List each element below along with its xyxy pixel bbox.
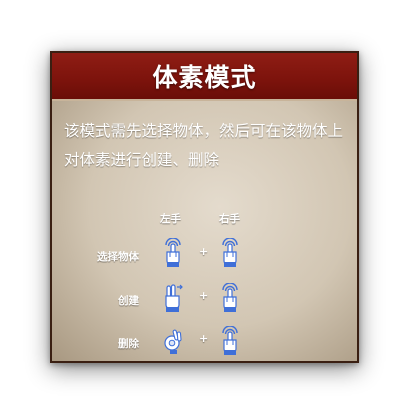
dialog-title-bar: 体素模式 xyxy=(52,53,357,101)
index-tap-gesture-icon xyxy=(222,326,238,355)
row-label-select-object: 选择物体 xyxy=(97,251,139,263)
row-label-create: 创建 xyxy=(118,295,139,307)
left-hand-header: 左手 xyxy=(160,213,181,225)
dialog-title: 体素模式 xyxy=(152,63,257,92)
index-tap-gesture-icon xyxy=(222,238,238,267)
right-hand-header: 右手 xyxy=(219,213,240,225)
plus-sign: + xyxy=(199,289,209,302)
plus-sign: + xyxy=(199,245,209,258)
index-tap-gesture-icon xyxy=(165,238,181,267)
plus-sign: + xyxy=(199,332,209,345)
row-label-delete: 删除 xyxy=(118,338,139,350)
ok-gesture-icon xyxy=(164,329,182,354)
two-finger-swipe-gesture-icon xyxy=(165,284,183,312)
index-tap-gesture-icon xyxy=(222,283,238,312)
voxel-mode-dialog: 体素模式 该模式需先选择物体，然后可在该物体上对体素进行创建、删除 左手 右手 … xyxy=(50,51,359,363)
dialog-description: 该模式需先选择物体，然后可在该物体上对体素进行创建、删除 xyxy=(64,122,344,169)
stage: 体素模式 该模式需先选择物体，然后可在该物体上对体素进行创建、删除 左手 右手 … xyxy=(0,0,409,414)
